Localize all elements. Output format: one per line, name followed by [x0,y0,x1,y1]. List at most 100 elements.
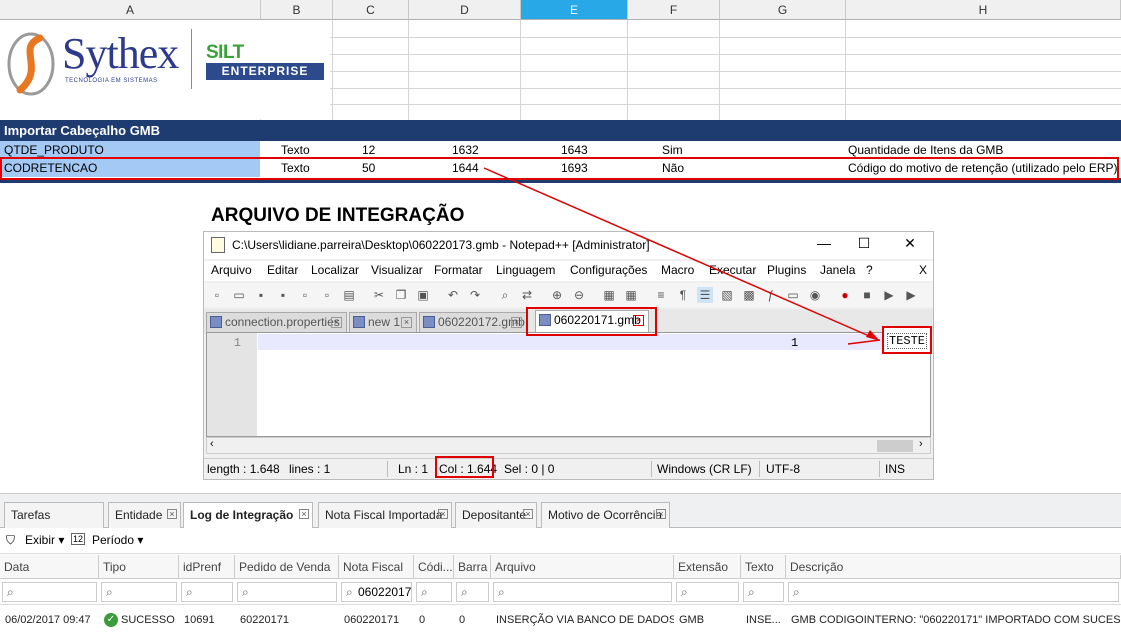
close-all-icon[interactable]: ▫ [319,287,335,303]
menu-editar[interactable]: Editar [267,263,298,277]
cell-codigo[interactable]: 0 [414,607,454,633]
close-tab-icon[interactable]: × [523,509,533,519]
close-tab-icon[interactable]: × [167,509,177,519]
col-extensao[interactable]: Extensão [674,555,741,579]
stop-macro-icon[interactable]: ■ [859,287,875,303]
menu-formatar[interactable]: Formatar [434,263,483,277]
cell-pedido[interactable]: 60220171 [235,607,339,633]
filter-data[interactable]: ⌕ [2,582,97,602]
undo-icon[interactable]: ↶ [445,287,461,303]
close-tab-icon[interactable]: × [511,317,522,328]
doc-map-icon[interactable]: ▩ [741,287,757,303]
column-header-a[interactable]: A [0,0,261,20]
col-idprenf[interactable]: idPrenf [179,555,235,579]
tab-depositante[interactable]: Depositante × [455,502,537,528]
filter-idprenf[interactable]: ⌕ [181,582,233,602]
column-header-h[interactable]: H [846,0,1121,20]
close-file-icon[interactable]: ▫ [297,287,313,303]
calendar-icon[interactable]: 12 [71,533,86,545]
maximize-icon[interactable]: ☐ [854,235,874,252]
save-all-icon[interactable]: ▪ [275,287,291,303]
show-all-chars-icon[interactable]: ¶ [675,287,691,303]
menu-visualizar[interactable]: Visualizar [371,263,423,277]
periodo-dropdown[interactable]: Período ▾ [92,533,143,547]
record-macro-icon[interactable]: ● [837,287,853,303]
new-file-icon[interactable]: ▫ [209,287,225,303]
column-header-e[interactable]: E [521,0,628,20]
menu-localizar[interactable]: Localizar [311,263,359,277]
folder-icon[interactable]: ▭ [785,287,801,303]
filter-nota-fiscal[interactable]: ⌕ 060220171 [341,582,412,602]
tab-connection-properties[interactable]: connection.properties × [206,312,347,332]
menu-close-doc[interactable]: X [919,263,927,277]
cut-icon[interactable]: ✂ [371,287,387,303]
filter-extensao[interactable]: ⌕ [676,582,739,602]
close-tab-icon[interactable]: × [331,317,342,328]
close-icon[interactable]: ✕ [900,235,920,252]
open-file-icon[interactable]: ▭ [231,287,247,303]
lang-icon[interactable]: ▧ [719,287,735,303]
menu-configuracoes[interactable]: Configurações [570,263,647,277]
monitor-icon[interactable]: ◉ [807,287,823,303]
column-header-b[interactable]: B [261,0,333,20]
col-arquivo[interactable]: Arquivo [491,555,674,579]
cell-data[interactable]: 06/02/2017 09:47 [0,607,99,633]
column-header-f[interactable]: F [628,0,720,20]
col-barra[interactable]: Barra [454,555,491,579]
menu-janela[interactable]: Janela [820,263,855,277]
menu-arquivo[interactable]: Arquivo [211,263,252,277]
col-descricao[interactable]: Descrição [786,555,1121,579]
cell-nota[interactable]: 060220171 [339,607,414,633]
tab-entidade[interactable]: Entidade × [108,502,181,528]
filter-funnel-icon[interactable]: ⛉ [6,533,15,548]
indent-guide-icon[interactable]: ☰ [697,287,713,303]
horizontal-scrollbar[interactable]: ‹ › [206,437,931,454]
menu-help[interactable]: ? [866,263,873,277]
close-tab-icon[interactable]: × [299,509,309,519]
editor-area[interactable]: 1 1 [206,332,931,437]
filter-texto[interactable]: ⌕ [743,582,784,602]
zoom-in-icon[interactable]: ⊕ [549,287,565,303]
title-bar[interactable]: C:\Users\lidiane.parreira\Desktop\060220… [204,232,933,259]
column-header-d[interactable]: D [409,0,521,20]
cell-extensao[interactable]: GMB [674,607,741,633]
col-codigo[interactable]: Códi... [414,555,454,579]
tab-nota-fiscal-importada[interactable]: Nota Fiscal Importada × [318,502,452,528]
cell-barra[interactable]: 0 [454,607,491,633]
scroll-left-icon[interactable]: ‹ [210,438,214,450]
table-row[interactable]: 06/02/2017 09:47 ✓ SUCESSO 10691 60220171… [0,607,1121,633]
filter-descricao[interactable]: ⌕ [788,582,1119,602]
menu-executar[interactable]: Executar [709,263,756,277]
close-tab-icon[interactable]: × [656,509,666,519]
paste-icon[interactable]: ▣ [415,287,431,303]
close-tab-icon[interactable]: × [438,509,448,519]
cell-texto[interactable]: INSE... [741,607,786,633]
col-texto[interactable]: Texto [741,555,786,579]
tab-060220172[interactable]: 060220172.gmb × [419,312,527,332]
redo-icon[interactable]: ↷ [467,287,483,303]
minimize-icon[interactable]: — [814,235,834,251]
play-multi-icon[interactable]: ▶ [903,287,919,303]
filter-codigo[interactable]: ⌕ [416,582,452,602]
cell-idprenf[interactable]: 10691 [179,607,235,633]
word-wrap-icon[interactable]: ≡ [653,287,669,303]
scroll-right-icon[interactable]: › [919,438,923,450]
tab-log-integracao[interactable]: Log de Integração × [183,502,313,529]
save-icon[interactable]: ▪ [253,287,269,303]
close-tab-icon[interactable]: × [401,317,412,328]
menu-linguagem[interactable]: Linguagem [496,263,555,277]
menu-plugins[interactable]: Plugins [767,263,806,277]
column-header-c[interactable]: C [333,0,409,20]
replace-icon[interactable]: ⇄ [519,287,535,303]
filter-barra[interactable]: ⌕ [456,582,489,602]
filter-pedido[interactable]: ⌕ [237,582,337,602]
col-nota-fiscal[interactable]: Nota Fiscal [339,555,414,579]
play-macro-icon[interactable]: ▶ [881,287,897,303]
filter-tipo[interactable]: ⌕ [101,582,177,602]
cell-descricao[interactable]: GMB CODIGOINTERNO: "060220171" IMPORTADO… [786,607,1121,633]
cell-tipo[interactable]: ✓ SUCESSO [99,607,179,633]
column-header-g[interactable]: G [720,0,846,20]
print-icon[interactable]: ▤ [341,287,357,303]
tab-tarefas-principais[interactable]: Tarefas Principais [4,502,104,546]
filter-arquivo[interactable]: ⌕ [493,582,672,602]
